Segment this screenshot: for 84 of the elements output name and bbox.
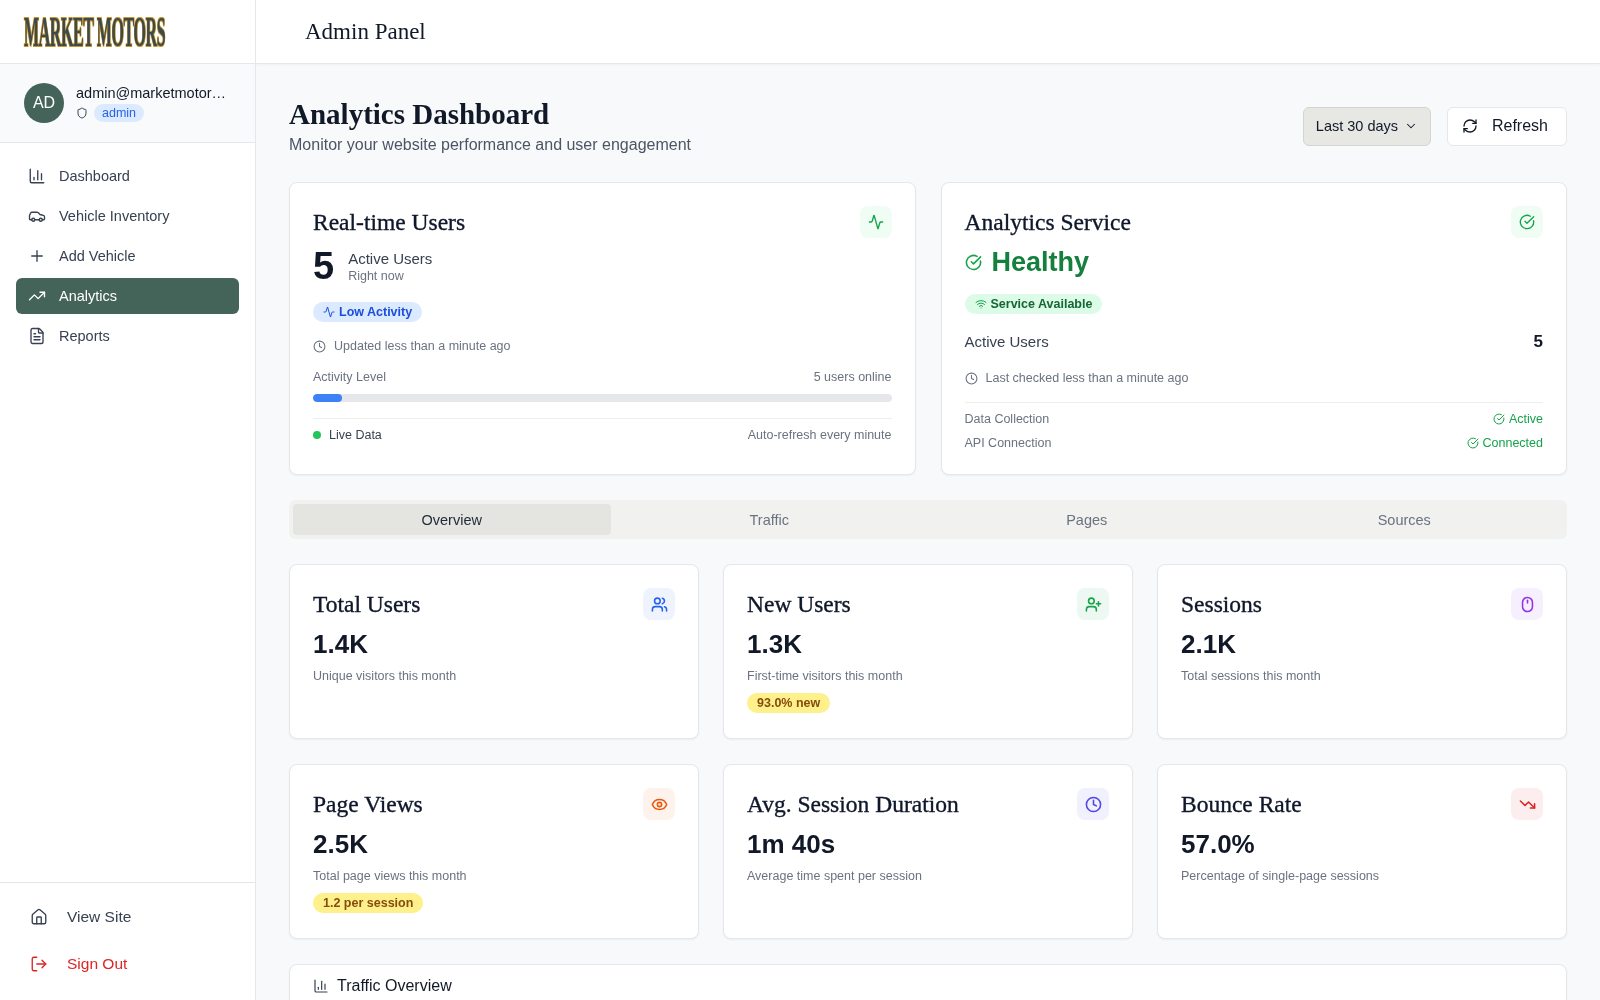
last-checked-text: Last checked less than a minute ago — [985, 370, 1189, 387]
plus-icon — [28, 247, 46, 265]
nav-item[interactable]: Reports — [16, 318, 239, 354]
card-title: Analytics Service — [964, 208, 1131, 237]
updated-text: Updated less than a minute ago — [334, 338, 511, 355]
wifi-icon — [974, 298, 987, 310]
metric-title: Total Users — [313, 590, 421, 619]
active-users-value: 5 — [1533, 331, 1543, 353]
eye-icon — [643, 788, 675, 820]
page-title: Analytics Dashboard — [289, 97, 551, 132]
brand-logo: MARKET MOTORS — [24, 10, 166, 53]
count-label: Active Users — [348, 248, 433, 268]
metric-value: 1.4K — [313, 629, 369, 659]
metric-badge: 1.2 per session — [313, 893, 424, 913]
user-avatar: AD — [24, 83, 64, 123]
live-data-label: Live Data — [329, 427, 382, 444]
bar-chart-icon — [313, 978, 329, 994]
check-label: Data Collection — [964, 411, 1050, 428]
tab[interactable]: Pages — [928, 504, 1246, 535]
metric-title: Page Views — [313, 790, 423, 819]
check-circle-icon — [964, 253, 982, 271]
sign-out-icon — [30, 955, 48, 973]
service-status: Healthy — [991, 246, 1090, 278]
metric-value: 1m 40s — [747, 829, 837, 859]
metric-title: Avg. Session Duration — [747, 790, 959, 819]
check-value: Connected — [1482, 435, 1543, 452]
view-site-link[interactable]: View Site — [8, 895, 247, 939]
page-subtitle: Monitor your website performance and user engagement — [289, 135, 691, 155]
check-circle-icon — [1466, 437, 1479, 449]
refresh-button[interactable]: Refresh — [1446, 106, 1567, 146]
check-value: Active — [1508, 411, 1543, 428]
bar-chart-icon — [28, 167, 46, 185]
header-title: Admin Panel — [305, 18, 426, 45]
service-badge-label: Service Available — [990, 297, 1093, 311]
active-user-count: 5 — [313, 246, 335, 286]
metric-value: 2.1K — [1181, 629, 1237, 659]
metric-description: Total sessions this month — [1181, 668, 1322, 684]
check-label: API Connection — [964, 435, 1052, 452]
home-icon — [30, 908, 48, 926]
document-icon — [28, 327, 46, 345]
shield-icon — [76, 106, 88, 119]
tab[interactable]: Sources — [1245, 504, 1563, 535]
clock-icon — [964, 371, 978, 385]
live-dot-icon — [313, 431, 321, 439]
role-badge: admin — [94, 103, 145, 122]
metric-title: Sessions — [1181, 590, 1262, 619]
nav-item[interactable]: Vehicle Inventory — [16, 198, 239, 234]
refresh-icon — [1461, 118, 1478, 134]
users-icon — [643, 588, 675, 620]
tab[interactable]: Overview — [293, 504, 611, 535]
metric-description: Average time spent per session — [747, 868, 923, 884]
trend-down-icon — [1511, 788, 1543, 820]
user-email: admin@marketmotor… — [76, 84, 227, 101]
activity-badge-label: Low Activity — [339, 305, 413, 319]
date-range-select[interactable]: Last 30 days — [1302, 106, 1431, 146]
metric-badge: 93.0% new — [747, 693, 831, 713]
metric-description: Unique visitors this month — [313, 668, 458, 684]
metric-title: New Users — [747, 590, 851, 619]
users-online-text: 5 users online — [813, 369, 892, 386]
count-sublabel: Right now — [348, 267, 405, 284]
metric-description: Percentage of single-page sessions — [1181, 868, 1381, 884]
nav-item[interactable]: Dashboard — [16, 158, 239, 194]
pulse-icon — [859, 206, 892, 238]
metric-description: First-time visitors this month — [747, 668, 904, 684]
sign-out-link[interactable]: Sign Out — [8, 942, 247, 986]
active-users-label: Active Users — [964, 332, 1049, 352]
nav-item[interactable]: Analytics — [16, 278, 239, 314]
user-plus-icon — [1077, 588, 1109, 620]
mouse-icon — [1511, 588, 1543, 620]
activity-level-label: Activity Level — [313, 369, 386, 386]
tab[interactable]: Traffic — [610, 504, 928, 535]
card-title: Real-time Users — [313, 208, 466, 237]
metric-value: 2.5K — [313, 829, 369, 859]
metric-title: Bounce Rate — [1181, 790, 1302, 819]
refresh-note: Auto-refresh every minute — [747, 427, 892, 444]
check-circle-icon — [1492, 413, 1505, 425]
metric-description: Total page views this month — [313, 868, 468, 884]
metric-value: 57.0% — [1181, 829, 1256, 859]
metric-value: 1.3K — [747, 629, 803, 659]
nav-item[interactable]: Add Vehicle — [16, 238, 239, 274]
traffic-overview-title: Traffic Overview — [337, 977, 452, 995]
clock-icon — [313, 339, 326, 353]
pulse-icon — [323, 306, 335, 318]
clock-icon — [1077, 788, 1109, 820]
